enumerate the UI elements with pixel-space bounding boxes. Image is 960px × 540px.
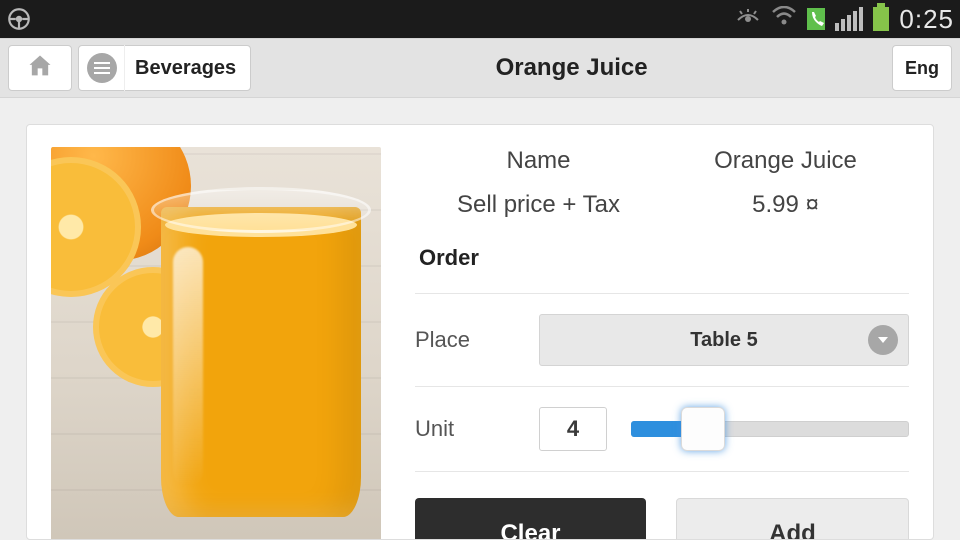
breadcrumb-button[interactable]: Beverages xyxy=(78,45,251,91)
language-button[interactable]: Eng xyxy=(892,45,952,91)
chevron-down-icon xyxy=(868,325,898,355)
unit-slider[interactable] xyxy=(631,407,909,451)
unit-value-box[interactable]: 4 xyxy=(539,407,607,451)
battery-icon xyxy=(873,7,889,31)
status-bar: 0:25 xyxy=(0,0,960,38)
breadcrumb-label: Beverages xyxy=(135,57,236,80)
home-icon xyxy=(26,52,54,85)
home-button[interactable] xyxy=(8,45,72,91)
price-value: 5.99 ¤ xyxy=(662,191,909,219)
price-label: Sell price + Tax xyxy=(415,191,662,219)
status-time: 0:25 xyxy=(899,4,954,35)
phone-icon xyxy=(807,8,825,30)
unit-label: Unit xyxy=(415,416,515,442)
name-value: Orange Juice xyxy=(662,147,909,175)
action-bar: Beverages Orange Juice Eng xyxy=(0,38,960,98)
wifi-icon xyxy=(771,5,797,33)
place-dropdown[interactable]: Table 5 xyxy=(539,314,909,366)
name-label: Name xyxy=(415,147,662,175)
page-title: Orange Juice xyxy=(257,54,886,82)
order-section-title: Order xyxy=(419,245,909,271)
place-value: Table 5 xyxy=(690,329,757,352)
place-label: Place xyxy=(415,327,515,353)
product-card: Name Orange Juice Sell price + Tax 5.99 … xyxy=(26,124,934,540)
product-image xyxy=(51,147,381,540)
smart-stay-icon xyxy=(735,5,761,33)
clear-button[interactable]: Clear xyxy=(415,498,646,540)
menu-icon xyxy=(87,53,117,83)
steering-wheel-icon xyxy=(6,6,32,32)
signal-icon xyxy=(835,7,863,31)
add-button[interactable]: Add xyxy=(676,498,909,540)
